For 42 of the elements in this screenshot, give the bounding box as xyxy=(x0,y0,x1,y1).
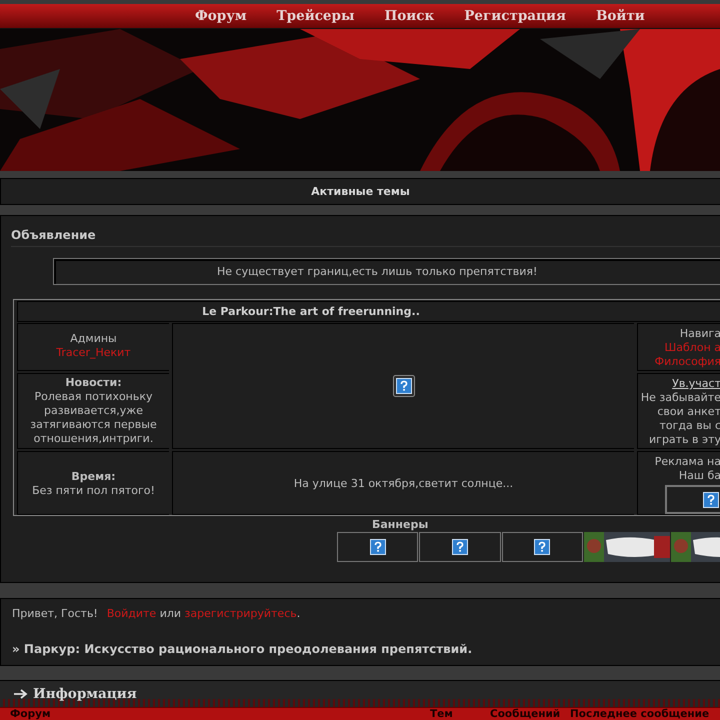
broken-image-icon xyxy=(392,375,414,397)
table-title: Le Parkour:The art of freerunning.. xyxy=(17,301,720,322)
cell-text: Наш ба xyxy=(678,469,720,483)
greeting-text: Привет, Гость! Войдите или зарегистрируйтесь. xyxy=(12,607,302,621)
active-topics-link[interactable]: Активные темы xyxy=(311,185,410,198)
nav-link[interactable]: Трейсеры xyxy=(276,8,354,24)
cell-heading: Админы xyxy=(70,332,117,346)
cell-text: Ролевая потихоньку развивается,уже затягиваются первые отношения,интриги. xyxy=(29,390,158,446)
nav-link[interactable]: Форум xyxy=(195,8,247,24)
breadcrumb: » Паркур: Искусство рационального преодолевания препятствий. xyxy=(12,642,474,656)
broken-image-icon xyxy=(370,539,386,555)
cell-text: тогда вы с xyxy=(660,419,720,433)
register-link[interactable]: зарегистрируйтесь xyxy=(184,607,297,620)
broken-image-icon xyxy=(534,539,550,555)
cell-text: На улице 31 октября,светит солнце... xyxy=(294,476,514,490)
nav-link[interactable]: Войти xyxy=(596,8,645,24)
cell-text: Без пяти пол пятого! xyxy=(31,484,156,498)
nav-link[interactable]: Поиск xyxy=(384,8,434,24)
cell-text: Реклама на xyxy=(654,455,720,469)
banner-frame[interactable] xyxy=(337,532,418,562)
cell-heading: Новости: xyxy=(65,376,122,390)
arrow-icon xyxy=(14,689,28,699)
banner-frame[interactable] xyxy=(502,532,583,562)
cell-text: Не забывайте xyxy=(640,391,720,405)
banners-title: Баннеры xyxy=(371,518,430,531)
column-header[interactable]: Тем xyxy=(430,708,453,720)
banner-frame[interactable] xyxy=(419,532,501,562)
broken-image-icon xyxy=(703,492,719,508)
nav-link[interactable]: Регистрация xyxy=(464,8,566,24)
column-header[interactable]: Сообщений xyxy=(490,708,560,720)
login-link[interactable]: Войдите xyxy=(106,607,156,620)
link[interactable]: Философия xyxy=(654,355,720,369)
panel-title: Объявление xyxy=(11,228,97,244)
link[interactable]: Tracer_Некит xyxy=(56,346,131,360)
link[interactable]: Шаблон а xyxy=(664,341,720,355)
column-header[interactable]: Форум xyxy=(10,708,51,720)
cell-heading: Время: xyxy=(71,470,116,484)
cell-heading: Навига xyxy=(680,327,720,341)
broken-image-icon xyxy=(452,539,468,555)
column-header[interactable]: Последнее сообщение xyxy=(570,708,710,720)
section-title: Информация xyxy=(33,686,137,702)
quote-text: Не существует границ,есть лишь только препятствия! xyxy=(217,265,538,278)
